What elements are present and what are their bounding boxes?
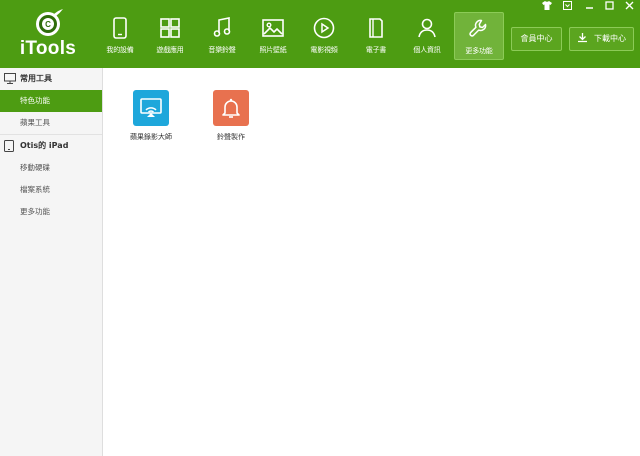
maximize-button[interactable] bbox=[602, 1, 616, 13]
close-icon bbox=[625, 1, 633, 10]
sidebar-item-label: 移動硬碟 bbox=[20, 163, 50, 172]
app-name: iTools bbox=[19, 38, 77, 59]
itools-logo-icon: C bbox=[36, 9, 63, 36]
main-content: 蘋果錄影大師 鈴聲製作 bbox=[103, 68, 640, 456]
photo-icon bbox=[262, 19, 284, 37]
sidebar-item-label: 特色功能 bbox=[20, 96, 50, 105]
wrench-icon bbox=[469, 19, 487, 37]
nav-item-personal-info[interactable]: 個人資訊 bbox=[403, 12, 451, 60]
airplay-icon bbox=[140, 98, 162, 117]
tool-icon-tile bbox=[133, 90, 169, 126]
menu-button[interactable] bbox=[560, 1, 574, 13]
sidebar: 常用工具 特色功能 蘋果工具 Otis的 iPad 移動硬碟 檔案系統 更多功能 bbox=[0, 68, 103, 456]
nav-label: 我的設備 bbox=[106, 46, 134, 54]
sidebar-section-title: Otis的 iPad bbox=[20, 141, 69, 150]
nav-label: 更多功能 bbox=[465, 47, 493, 55]
maximize-icon bbox=[604, 1, 614, 10]
bell-icon bbox=[222, 98, 240, 118]
menu-icon bbox=[562, 1, 572, 10]
download-icon bbox=[578, 33, 587, 43]
sidebar-item-file-system[interactable]: 檔案系統 bbox=[0, 179, 102, 201]
sidebar-section-device[interactable]: Otis的 iPad bbox=[0, 135, 102, 157]
sidebar-item-label: 檔案系統 bbox=[20, 185, 50, 194]
app-logo[interactable]: C iTools bbox=[0, 0, 96, 68]
nav-item-more-features[interactable]: 更多功能 bbox=[454, 12, 504, 60]
sidebar-item-label: 更多功能 bbox=[20, 207, 50, 216]
phone-icon bbox=[113, 17, 127, 39]
nav-item-music-ringtones[interactable]: 音樂鈴聲 bbox=[198, 12, 246, 60]
top-bar: C iTools 我的設備 遊戲應用 音樂鈴聲 照片壁紙 電影視頻 電子書 個人… bbox=[0, 0, 640, 68]
nav-label: 電子書 bbox=[365, 46, 387, 54]
sidebar-item-label: 蘋果工具 bbox=[20, 118, 50, 127]
tool-airplay-recorder[interactable]: 蘋果錄影大師 bbox=[115, 90, 187, 142]
nav-label: 個人資訊 bbox=[413, 46, 441, 54]
tool-label: 鈴聲製作 bbox=[217, 133, 245, 141]
tablet-icon bbox=[4, 140, 14, 152]
skin-button[interactable] bbox=[540, 1, 554, 13]
sidebar-item-mobile-disk[interactable]: 移動硬碟 bbox=[0, 157, 102, 179]
apps-grid-icon bbox=[160, 18, 180, 38]
member-center-label: 會員中心 bbox=[520, 34, 553, 43]
book-icon bbox=[369, 18, 383, 38]
close-button[interactable] bbox=[622, 1, 636, 13]
tool-label: 蘋果錄影大師 bbox=[130, 133, 172, 141]
download-center-button[interactable]: 下載中心 bbox=[569, 27, 634, 51]
nav-item-photos-wallpapers[interactable]: 照片壁紙 bbox=[249, 12, 297, 60]
sidebar-item-featured[interactable]: 特色功能 bbox=[0, 90, 102, 112]
sidebar-item-more-features[interactable]: 更多功能 bbox=[0, 201, 102, 223]
nav-item-my-device[interactable]: 我的設備 bbox=[96, 12, 144, 60]
minimize-icon bbox=[585, 7, 593, 9]
window-controls bbox=[540, 1, 636, 13]
sidebar-section-common-tools[interactable]: 常用工具 bbox=[0, 68, 102, 90]
music-note-icon bbox=[213, 17, 231, 37]
sidebar-item-apple-tools[interactable]: 蘋果工具 bbox=[0, 112, 102, 134]
nav-label: 電影視頻 bbox=[310, 46, 338, 54]
download-center-label: 下載中心 bbox=[594, 34, 626, 43]
minimize-button[interactable] bbox=[582, 1, 596, 13]
shirt-icon bbox=[542, 1, 552, 10]
nav-label: 遊戲應用 bbox=[156, 46, 184, 54]
tool-icon-tile bbox=[213, 90, 249, 126]
nav-label: 音樂鈴聲 bbox=[208, 46, 236, 54]
member-center-button[interactable]: 會員中心 bbox=[511, 27, 562, 51]
svg-text:C: C bbox=[45, 20, 51, 29]
person-icon bbox=[418, 18, 436, 38]
tool-ringtone-maker[interactable]: 鈴聲製作 bbox=[195, 90, 267, 142]
nav-label: 照片壁紙 bbox=[259, 46, 287, 54]
nav-item-games-apps[interactable]: 遊戲應用 bbox=[146, 12, 194, 60]
nav-item-ebooks[interactable]: 電子書 bbox=[352, 12, 400, 60]
nav-item-movies-videos[interactable]: 電影視頻 bbox=[300, 12, 348, 60]
sidebar-section-title: 常用工具 bbox=[20, 74, 52, 83]
play-icon bbox=[313, 17, 335, 39]
monitor-icon bbox=[4, 73, 16, 84]
